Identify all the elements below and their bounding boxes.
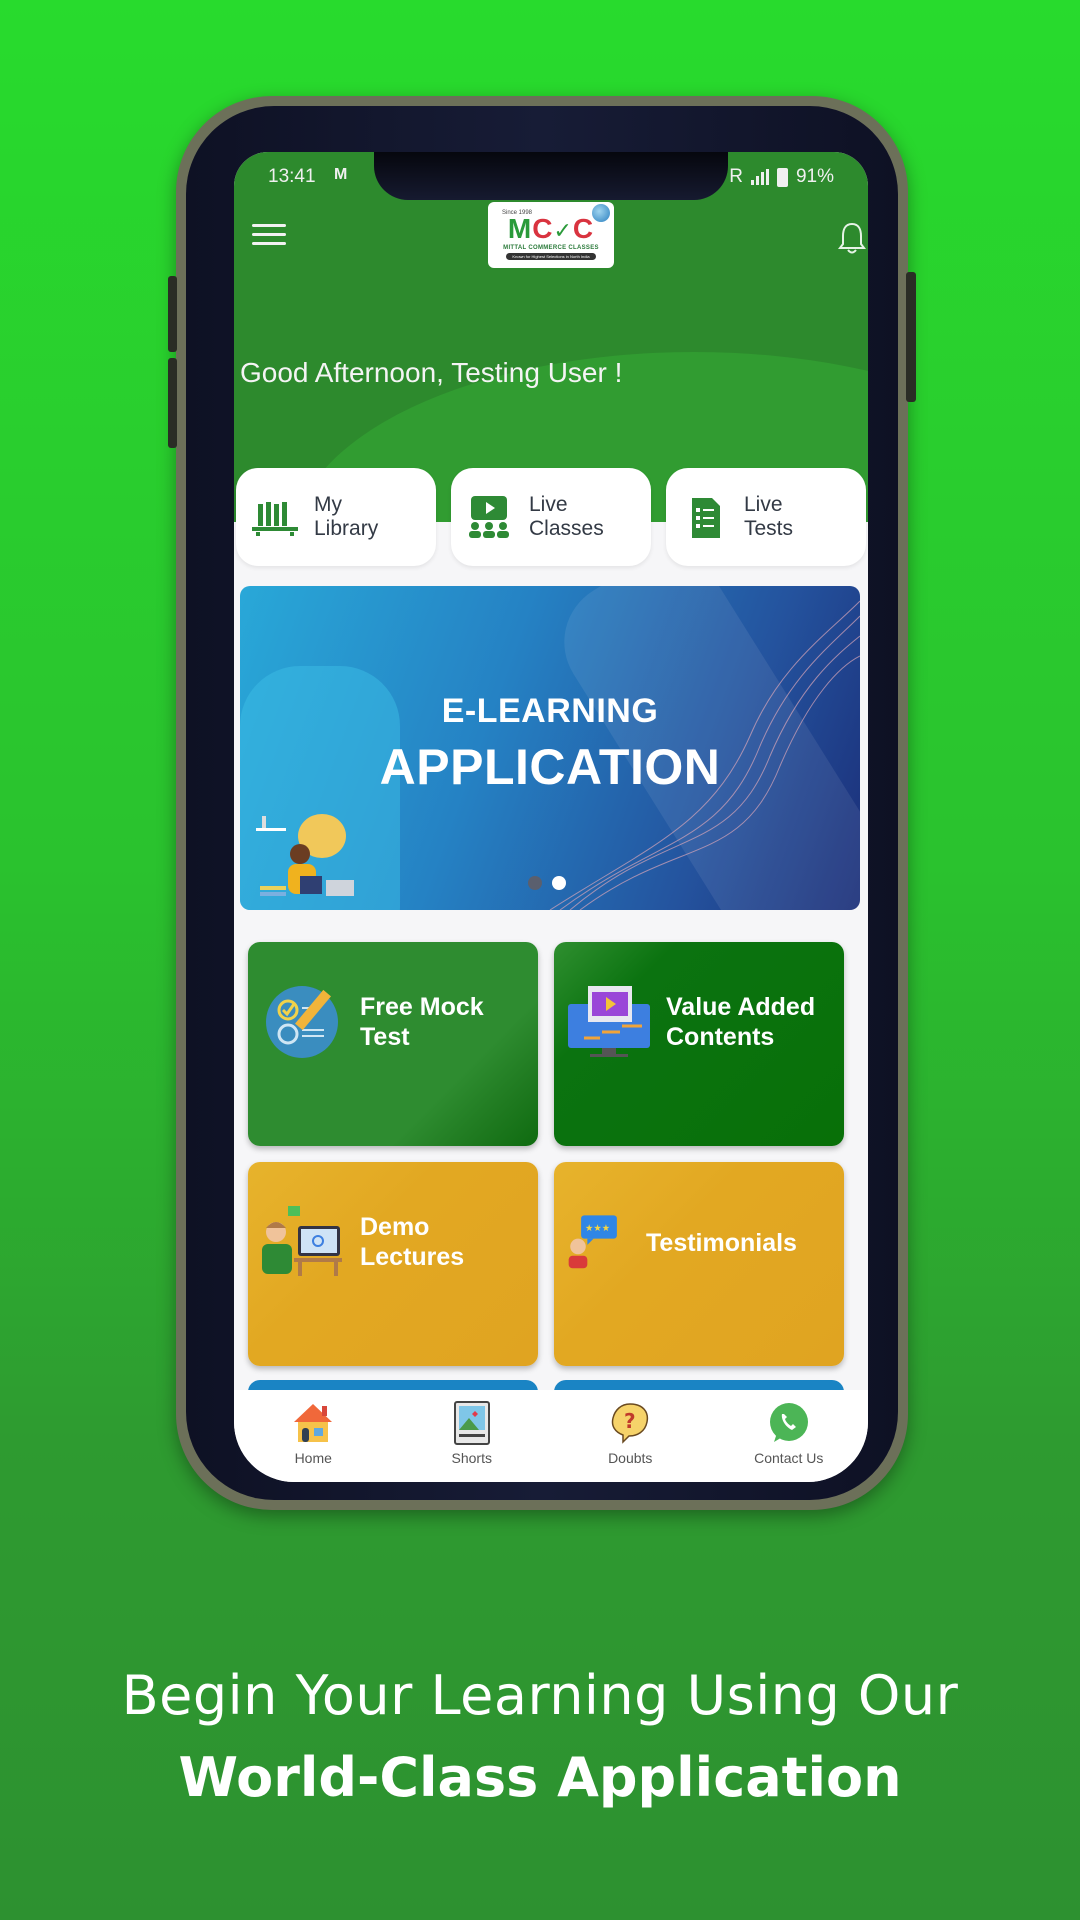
caption-line2: World-Class Application bbox=[178, 1746, 902, 1809]
app-screen: 13:41 M R 91% Since 1998 MC✓C MITTAL COM… bbox=[234, 152, 868, 1482]
bottom-navigation: Home Shorts ? Doubts Contact Us bbox=[234, 1390, 868, 1482]
library-books-icon bbox=[252, 502, 298, 536]
logo-since: Since 1998 bbox=[502, 210, 533, 216]
tile-demo-lectures[interactable]: Demo Lectures bbox=[248, 1162, 538, 1366]
quick-action-label: Live Tests bbox=[744, 493, 794, 540]
caption-line1: Begin Your Learning Using Our bbox=[121, 1664, 959, 1727]
teacher-lecture-icon bbox=[262, 1206, 342, 1276]
test-document-icon bbox=[692, 498, 720, 538]
battery-icon bbox=[776, 167, 788, 187]
tile-label: Value Added Contents bbox=[666, 993, 816, 1051]
nav-label: Home bbox=[294, 1450, 332, 1466]
tile-free-mock-test[interactable]: Free Mock Test bbox=[248, 942, 538, 1146]
nav-label: Contact Us bbox=[754, 1450, 824, 1466]
logo-mark: MC✓C bbox=[507, 212, 595, 244]
live-class-video-icon bbox=[469, 496, 509, 538]
network-type: R bbox=[729, 166, 743, 187]
signal-icon bbox=[750, 169, 769, 185]
nav-doubts[interactable]: ? Doubts bbox=[560, 1400, 700, 1466]
power-button bbox=[906, 272, 916, 402]
quick-action-label: My Library bbox=[314, 493, 379, 540]
quick-action-label: Live Classes bbox=[529, 493, 604, 540]
status-time: 13:41 bbox=[268, 166, 316, 187]
greeting-text: Good Afternoon, Testing User ! bbox=[240, 357, 623, 388]
tile-label: Testimonials bbox=[646, 1229, 797, 1257]
student-reading-illustration bbox=[256, 814, 354, 896]
phone-mockup: 13:41 M R 91% Since 1998 MC✓C MITTAL COM… bbox=[168, 96, 916, 1510]
question-bubble-icon: ? bbox=[612, 1403, 649, 1444]
quick-action-live-tests[interactable]: Live Tests bbox=[666, 468, 866, 566]
bell-icon[interactable] bbox=[836, 220, 868, 256]
shorts-photo-icon bbox=[453, 1401, 490, 1445]
feature-tiles: Free Mock Test Value Added Contents Demo… bbox=[248, 942, 854, 1366]
video-monitor-icon bbox=[568, 986, 650, 1057]
battery-level: 91% bbox=[795, 166, 834, 187]
quick-action-live-classes[interactable]: Live Classes bbox=[451, 468, 651, 566]
home-icon bbox=[294, 1404, 333, 1442]
tile-label: Free Mock Test bbox=[360, 993, 484, 1051]
tile-value-added-contents[interactable]: Value Added Contents bbox=[554, 942, 844, 1146]
nav-contact-us[interactable]: Contact Us bbox=[719, 1400, 859, 1466]
logo-tagline: Known for Highest Selections in North In… bbox=[506, 252, 596, 260]
gmail-icon: M bbox=[334, 166, 348, 183]
logo-name: MITTAL COMMERCE CLASSES bbox=[503, 244, 599, 251]
quick-actions: My Library Live Classes Live Tests bbox=[234, 468, 868, 566]
nav-label: Shorts bbox=[451, 1450, 492, 1466]
carousel-indicators bbox=[528, 876, 566, 890]
banner-title-line1: E-LEARNING bbox=[441, 692, 659, 730]
tile-testimonials[interactable]: ★★★ Testimonials bbox=[554, 1162, 844, 1366]
mcc-logo: Since 1998 MC✓C MITTAL COMMERCE CLASSES … bbox=[488, 202, 614, 268]
svg-text:★★★: ★★★ bbox=[585, 1223, 610, 1234]
globe-icon bbox=[592, 204, 610, 222]
nav-shorts[interactable]: Shorts bbox=[402, 1400, 542, 1466]
status-bar: 13:41 M R 91% bbox=[234, 162, 868, 192]
nav-label: Doubts bbox=[608, 1450, 653, 1466]
carousel-dot[interactable] bbox=[528, 876, 542, 890]
volume-down-button bbox=[168, 358, 177, 448]
nav-home[interactable]: Home bbox=[243, 1400, 383, 1466]
whatsapp-icon bbox=[769, 1403, 808, 1442]
hamburger-menu-icon[interactable] bbox=[252, 224, 286, 250]
volume-up-button bbox=[168, 276, 177, 352]
mock-test-checklist-icon bbox=[266, 986, 338, 1058]
tile-label: Demo Lectures bbox=[360, 1213, 465, 1271]
phone-bezel: 13:41 M R 91% Since 1998 MC✓C MITTAL COM… bbox=[186, 106, 898, 1500]
carousel-dot-active[interactable] bbox=[552, 876, 566, 890]
banner-title-line2: APPLICATION bbox=[379, 739, 721, 795]
promo-banner-carousel[interactable]: E-LEARNING APPLICATION bbox=[240, 586, 860, 910]
svg-text:?: ? bbox=[624, 1409, 636, 1433]
status-right: R 91% bbox=[729, 166, 834, 188]
quick-action-my-library[interactable]: My Library bbox=[236, 468, 436, 566]
testimonial-rating-icon: ★★★ bbox=[568, 1215, 617, 1269]
